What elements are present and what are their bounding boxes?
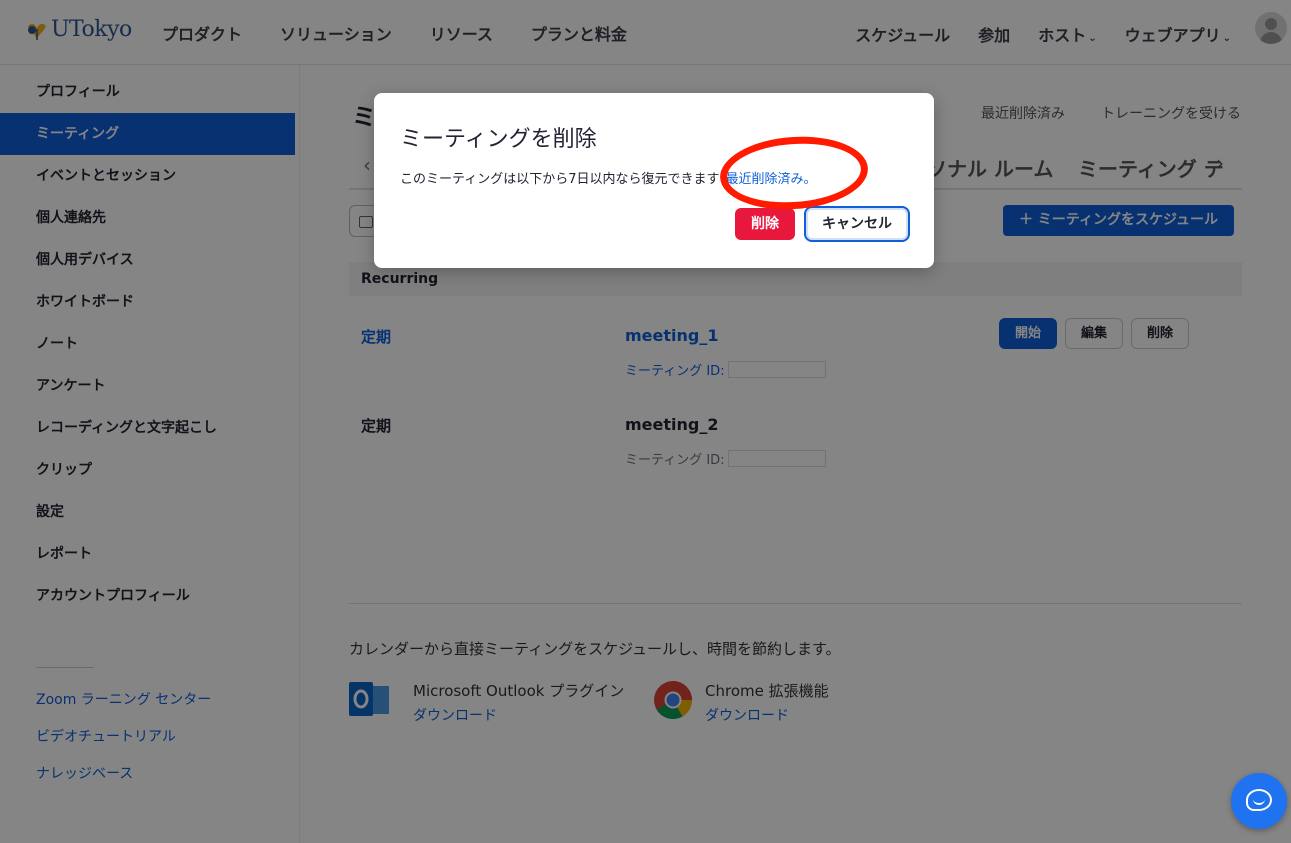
cancel-button[interactable]: キャンセル [804,206,910,242]
dialog-message-text: このミーティングは以下から7日以内なら復元できます [400,172,720,187]
dialog-title: ミーティングを削除 [400,127,597,152]
chat-support-button[interactable] [1231,773,1287,829]
dialog-actions: 削除 キャンセル [735,206,910,242]
confirm-delete-button[interactable]: 削除 [735,208,795,240]
